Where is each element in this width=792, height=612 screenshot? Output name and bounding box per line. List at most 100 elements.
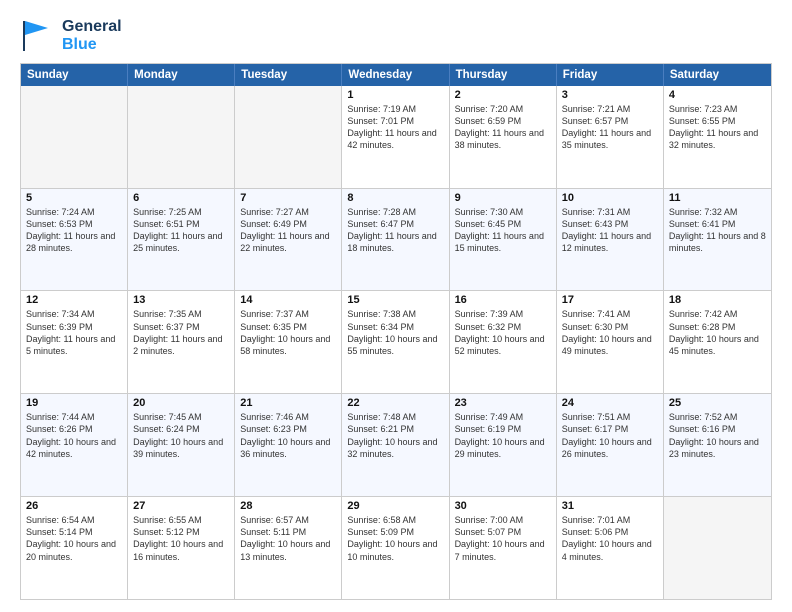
day-cell: 19 Sunrise: 7:44 AM Sunset: 6:26 PM Dayli…	[21, 394, 128, 496]
calendar-page: GeneralBlue SundayMondayTuesdayWednesday…	[0, 0, 792, 612]
day-info: Sunrise: 7:35 AM Sunset: 6:37 PM Dayligh…	[133, 308, 229, 357]
week-row-1: 1 Sunrise: 7:19 AM Sunset: 7:01 PM Daylig…	[21, 86, 771, 188]
day-number: 31	[562, 500, 658, 512]
day-number: 1	[347, 89, 443, 101]
day-cell: 4Sunrise: 7:23 AM Sunset: 6:55 PM Daylig…	[664, 86, 771, 188]
day-cell: 2 Sunrise: 7:20 AM Sunset: 6:59 PM Daylig…	[450, 86, 557, 188]
day-info: Sunrise: 7:30 AM Sunset: 6:45 PM Dayligh…	[455, 206, 551, 255]
day-cell: 14Sunrise: 7:37 AM Sunset: 6:35 PM Dayli…	[235, 291, 342, 393]
day-cell: 3 Sunrise: 7:21 AM Sunset: 6:57 PM Daylig…	[557, 86, 664, 188]
day-cell: 9 Sunrise: 7:30 AM Sunset: 6:45 PM Daylig…	[450, 189, 557, 291]
day-number: 24	[562, 397, 658, 409]
day-number: 29	[347, 500, 443, 512]
day-number: 22	[347, 397, 443, 409]
day-number: 21	[240, 397, 336, 409]
day-number: 13	[133, 294, 229, 306]
day-cell: 17 Sunrise: 7:41 AM Sunset: 6:30 PM Dayli…	[557, 291, 664, 393]
day-cell: 21 Sunrise: 7:46 AM Sunset: 6:23 PM Dayli…	[235, 394, 342, 496]
day-info: Sunrise: 7:01 AM Sunset: 5:06 PM Dayligh…	[562, 514, 658, 563]
week-row-3: 12 Sunrise: 7:34 AM Sunset: 6:39 PM Dayli…	[21, 290, 771, 393]
day-cell: 20Sunrise: 7:45 AM Sunset: 6:24 PM Dayli…	[128, 394, 235, 496]
day-cell: 23 Sunrise: 7:49 AM Sunset: 6:19 PM Dayli…	[450, 394, 557, 496]
day-number: 8	[347, 192, 443, 204]
logo-blue: Blue	[62, 36, 122, 54]
day-number: 10	[562, 192, 658, 204]
logo-general: General	[62, 18, 122, 36]
day-info: Sunrise: 7:27 AM Sunset: 6:49 PM Dayligh…	[240, 206, 336, 255]
day-info: Sunrise: 7:39 AM Sunset: 6:32 PM Dayligh…	[455, 308, 551, 357]
day-number: 25	[669, 397, 766, 409]
day-cell: 29Sunrise: 6:58 AM Sunset: 5:09 PM Dayli…	[342, 497, 449, 599]
day-info: Sunrise: 7:52 AM Sunset: 6:16 PM Dayligh…	[669, 411, 766, 460]
day-cell: 1 Sunrise: 7:19 AM Sunset: 7:01 PM Daylig…	[342, 86, 449, 188]
day-number: 18	[669, 294, 766, 306]
day-info: Sunrise: 7:00 AM Sunset: 5:07 PM Dayligh…	[455, 514, 551, 563]
day-cell: 10 Sunrise: 7:31 AM Sunset: 6:43 PM Dayli…	[557, 189, 664, 291]
day-number: 3	[562, 89, 658, 101]
day-info: Sunrise: 7:21 AM Sunset: 6:57 PM Dayligh…	[562, 103, 658, 152]
day-cell: 5Sunrise: 7:24 AM Sunset: 6:53 PM Daylig…	[21, 189, 128, 291]
day-cell	[235, 86, 342, 188]
day-info: Sunrise: 7:25 AM Sunset: 6:51 PM Dayligh…	[133, 206, 229, 255]
day-headers: SundayMondayTuesdayWednesdayThursdayFrid…	[21, 64, 771, 86]
day-number: 5	[26, 192, 122, 204]
day-info: Sunrise: 7:31 AM Sunset: 6:43 PM Dayligh…	[562, 206, 658, 255]
day-number: 27	[133, 500, 229, 512]
logo: GeneralBlue	[20, 18, 122, 55]
day-header-wednesday: Wednesday	[342, 64, 449, 86]
day-number: 15	[347, 294, 443, 306]
day-number: 9	[455, 192, 551, 204]
weeks: 1 Sunrise: 7:19 AM Sunset: 7:01 PM Daylig…	[21, 86, 771, 599]
day-cell: 12 Sunrise: 7:34 AM Sunset: 6:39 PM Dayli…	[21, 291, 128, 393]
day-cell: 31 Sunrise: 7:01 AM Sunset: 5:06 PM Dayli…	[557, 497, 664, 599]
day-header-friday: Friday	[557, 64, 664, 86]
day-number: 28	[240, 500, 336, 512]
day-cell: 25 Sunrise: 7:52 AM Sunset: 6:16 PM Dayli…	[664, 394, 771, 496]
day-cell: 26 Sunrise: 6:54 AM Sunset: 5:14 PM Dayli…	[21, 497, 128, 599]
day-info: Sunrise: 7:37 AM Sunset: 6:35 PM Dayligh…	[240, 308, 336, 357]
day-cell	[128, 86, 235, 188]
logo-svg	[20, 18, 56, 54]
day-info: Sunrise: 7:46 AM Sunset: 6:23 PM Dayligh…	[240, 411, 336, 460]
day-info: Sunrise: 7:32 AM Sunset: 6:41 PM Dayligh…	[669, 206, 766, 255]
day-info: Sunrise: 7:28 AM Sunset: 6:47 PM Dayligh…	[347, 206, 443, 255]
day-cell: 28Sunrise: 6:57 AM Sunset: 5:11 PM Dayli…	[235, 497, 342, 599]
day-cell: 13 Sunrise: 7:35 AM Sunset: 6:37 PM Dayli…	[128, 291, 235, 393]
day-cell: 18 Sunrise: 7:42 AM Sunset: 6:28 PM Dayli…	[664, 291, 771, 393]
day-number: 20	[133, 397, 229, 409]
day-number: 19	[26, 397, 122, 409]
day-info: Sunrise: 7:48 AM Sunset: 6:21 PM Dayligh…	[347, 411, 443, 460]
day-info: Sunrise: 7:19 AM Sunset: 7:01 PM Dayligh…	[347, 103, 443, 152]
day-header-saturday: Saturday	[664, 64, 771, 86]
day-header-sunday: Sunday	[21, 64, 128, 86]
day-cell: 30Sunrise: 7:00 AM Sunset: 5:07 PM Dayli…	[450, 497, 557, 599]
day-number: 17	[562, 294, 658, 306]
day-info: Sunrise: 7:49 AM Sunset: 6:19 PM Dayligh…	[455, 411, 551, 460]
day-info: Sunrise: 7:41 AM Sunset: 6:30 PM Dayligh…	[562, 308, 658, 357]
day-info: Sunrise: 7:20 AM Sunset: 6:59 PM Dayligh…	[455, 103, 551, 152]
day-number: 23	[455, 397, 551, 409]
day-cell: 6 Sunrise: 7:25 AM Sunset: 6:51 PM Daylig…	[128, 189, 235, 291]
day-number: 2	[455, 89, 551, 101]
day-info: Sunrise: 6:55 AM Sunset: 5:12 PM Dayligh…	[133, 514, 229, 563]
day-cell	[664, 497, 771, 599]
day-header-thursday: Thursday	[450, 64, 557, 86]
day-number: 4	[669, 89, 766, 101]
day-number: 6	[133, 192, 229, 204]
day-info: Sunrise: 6:54 AM Sunset: 5:14 PM Dayligh…	[26, 514, 122, 563]
day-cell: 11 Sunrise: 7:32 AM Sunset: 6:41 PM Dayli…	[664, 189, 771, 291]
day-header-tuesday: Tuesday	[235, 64, 342, 86]
day-info: Sunrise: 7:44 AM Sunset: 6:26 PM Dayligh…	[26, 411, 122, 460]
day-number: 16	[455, 294, 551, 306]
day-info: Sunrise: 7:34 AM Sunset: 6:39 PM Dayligh…	[26, 308, 122, 357]
day-info: Sunrise: 7:42 AM Sunset: 6:28 PM Dayligh…	[669, 308, 766, 357]
day-number: 12	[26, 294, 122, 306]
header: GeneralBlue	[20, 18, 772, 55]
day-number: 26	[26, 500, 122, 512]
day-cell: 7 Sunrise: 7:27 AM Sunset: 6:49 PM Daylig…	[235, 189, 342, 291]
day-info: Sunrise: 7:38 AM Sunset: 6:34 PM Dayligh…	[347, 308, 443, 357]
day-number: 11	[669, 192, 766, 204]
day-number: 7	[240, 192, 336, 204]
day-cell: 8 Sunrise: 7:28 AM Sunset: 6:47 PM Daylig…	[342, 189, 449, 291]
day-info: Sunrise: 7:51 AM Sunset: 6:17 PM Dayligh…	[562, 411, 658, 460]
